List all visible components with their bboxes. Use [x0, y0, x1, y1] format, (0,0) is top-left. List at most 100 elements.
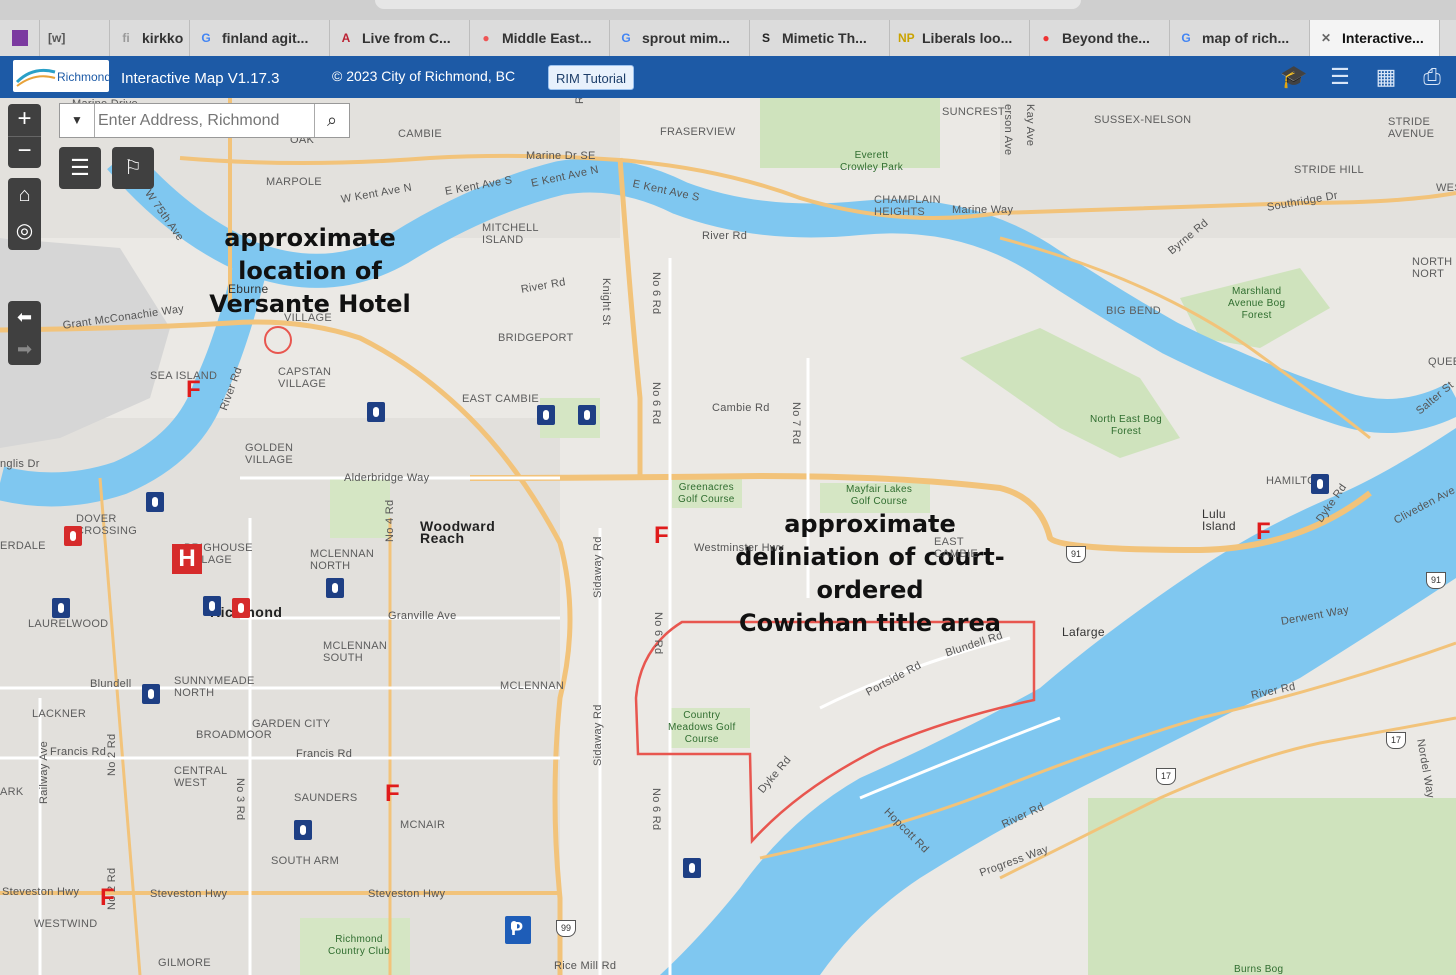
list-icon[interactable]: ☰: [1326, 64, 1354, 90]
highway-shield[interactable]: 17: [1386, 732, 1406, 749]
road-label: Steveston Hwy: [150, 888, 228, 900]
place-label: SEA ISLAND: [150, 370, 218, 382]
place-label: Eburne: [228, 282, 269, 296]
browser-tabs: [w] fi kirkko Gfinland agit... A Live from C.…: [0, 20, 1456, 56]
browser-tab[interactable]: [w]: [40, 20, 110, 56]
place-label: STRIDE AVENUE: [1388, 116, 1435, 140]
highway-shield[interactable]: 99: [556, 920, 576, 937]
place-label: MCNAIR: [400, 819, 446, 831]
fire-station-marker[interactable]: F: [654, 522, 669, 550]
police-school-marker[interactable]: [142, 684, 160, 704]
police-school-marker[interactable]: [203, 596, 221, 616]
browser-tab[interactable]: ✕ Interactive...: [1310, 20, 1440, 56]
streetview-button[interactable]: ⚐: [112, 147, 154, 189]
police-school-marker[interactable]: [294, 820, 312, 840]
browser-tab[interactable]: A Live from C...: [330, 20, 470, 56]
police-school-marker[interactable]: [146, 492, 164, 512]
tab-favicon-icon: G: [621, 31, 631, 45]
police-school-marker[interactable]: [1311, 474, 1329, 494]
browser-tab[interactable]: S Mimetic Th...: [750, 20, 890, 56]
place-label: Lafarge: [1062, 625, 1105, 639]
map-canvas[interactable]: approximate location of Versante Hotel a…: [0, 98, 1456, 975]
browser-tab[interactable]: ● Middle East...: [470, 20, 610, 56]
browser-tab[interactable]: Gfinland agit...: [190, 20, 330, 56]
crosshair-icon: ◎: [15, 220, 34, 242]
road-label: Alderbridge Way: [344, 472, 430, 484]
hospital-marker[interactable]: H: [172, 544, 202, 574]
browser-tab[interactable]: NP Liberals loo...: [890, 20, 1030, 56]
tab-extension[interactable]: [0, 20, 40, 56]
place-label: LACKNER: [32, 708, 87, 720]
cowichan-annotation: approximate deliniation of court-ordered…: [690, 508, 1050, 640]
zoom-in-button[interactable]: +: [8, 104, 41, 137]
search-dropdown-button[interactable]: ▼: [60, 104, 95, 137]
locate-button[interactable]: ◎: [8, 214, 41, 250]
place-label: MARPOLE: [266, 176, 322, 188]
highway-shield[interactable]: 91: [1426, 572, 1446, 589]
police-school-marker[interactable]: [683, 858, 701, 878]
library-marker[interactable]: [64, 526, 82, 546]
zoom-out-button[interactable]: −: [8, 137, 41, 168]
place-label: LAURELWOOD: [28, 618, 109, 630]
address-search: ▼ ⌕: [59, 103, 350, 138]
app-header: Richmond Interactive Map V1.17.3 © 2023 …: [0, 56, 1456, 98]
grid-icon[interactable]: ▦: [1372, 64, 1400, 90]
road-label: Marine Way: [952, 204, 1014, 216]
tab-favicon-icon: A: [341, 31, 351, 45]
park-label: Burns Bog: [1234, 964, 1284, 975]
back-button[interactable]: ⬅: [8, 301, 41, 333]
road-label: No 6 Rd: [650, 788, 662, 831]
city-logo[interactable]: Richmond: [13, 60, 111, 92]
tab-favicon-icon: S: [761, 31, 770, 45]
place-label: CHAMPLAIN HEIGHTS: [874, 194, 941, 218]
library-marker[interactable]: [232, 598, 250, 618]
arrow-left-icon: ⬅: [16, 307, 33, 327]
place-label: CENTRAL WEST: [174, 765, 228, 789]
park-label: Country Meadows Golf Course: [668, 710, 736, 745]
rim-tutorial-button[interactable]: RIM Tutorial: [548, 65, 634, 90]
road-label: Westminster Hwy: [694, 542, 784, 554]
search-button[interactable]: ⌕: [314, 104, 349, 137]
police-school-marker[interactable]: [367, 402, 385, 422]
road-label: Railway Ave: [38, 740, 50, 804]
tab-label: Interactive...: [1342, 30, 1424, 46]
park-label: Greenacres Golf Course: [678, 482, 735, 505]
place-label: CAMBIE: [398, 128, 442, 140]
park-label: Richmond Country Club: [328, 934, 390, 957]
highway-shield[interactable]: 91: [1066, 546, 1086, 563]
browser-tab[interactable]: ● Beyond the...: [1030, 20, 1170, 56]
road-label: No 3 Rd: [234, 778, 246, 821]
hotel-annotation: approximate location of Versante Hotel: [200, 222, 420, 321]
graduation-cap-icon[interactable]: 🎓: [1280, 64, 1308, 90]
layers-button[interactable]: ☰: [59, 147, 101, 189]
browser-tab[interactable]: fi kirkko: [110, 20, 190, 56]
road-label: Francis Rd: [50, 746, 107, 758]
address-search-input[interactable]: [96, 106, 310, 136]
forward-button[interactable]: ➡: [8, 333, 41, 365]
place-label: SUNNYMEADE NORTH: [174, 675, 255, 699]
highway-shield[interactable]: 17: [1156, 768, 1176, 785]
home-icon: ⌂: [18, 184, 31, 206]
place-label: MCLENNAN: [500, 680, 565, 692]
browser-tab[interactable]: Gmap of rich...: [1170, 20, 1310, 56]
fire-station-marker[interactable]: F: [186, 376, 201, 404]
fire-station-marker[interactable]: F: [100, 884, 115, 912]
road-label: Kay Ave: [1024, 104, 1036, 147]
fire-station-marker[interactable]: F: [1256, 518, 1271, 546]
extension-icon: [12, 30, 28, 46]
zoom-control: + −: [8, 104, 41, 168]
address-bar[interactable]: [375, 0, 1081, 9]
place-label: GOLDEN VILLAGE: [245, 442, 294, 466]
police-school-marker[interactable]: [52, 598, 70, 618]
tab-label: sprout mim...: [642, 30, 730, 46]
police-school-marker[interactable]: [537, 405, 555, 425]
tab-label: Liberals loo...: [922, 30, 1013, 46]
print-icon[interactable]: ⎙: [1418, 64, 1446, 90]
home-button[interactable]: ⌂: [8, 178, 41, 214]
tab-label: Beyond the...: [1062, 30, 1150, 46]
fire-station-marker[interactable]: F: [385, 780, 400, 808]
police-school-marker[interactable]: [578, 405, 596, 425]
browser-tab[interactable]: Gsprout mim...: [610, 20, 750, 56]
parking-marker[interactable]: P: [505, 916, 531, 944]
police-school-marker[interactable]: [326, 578, 344, 598]
